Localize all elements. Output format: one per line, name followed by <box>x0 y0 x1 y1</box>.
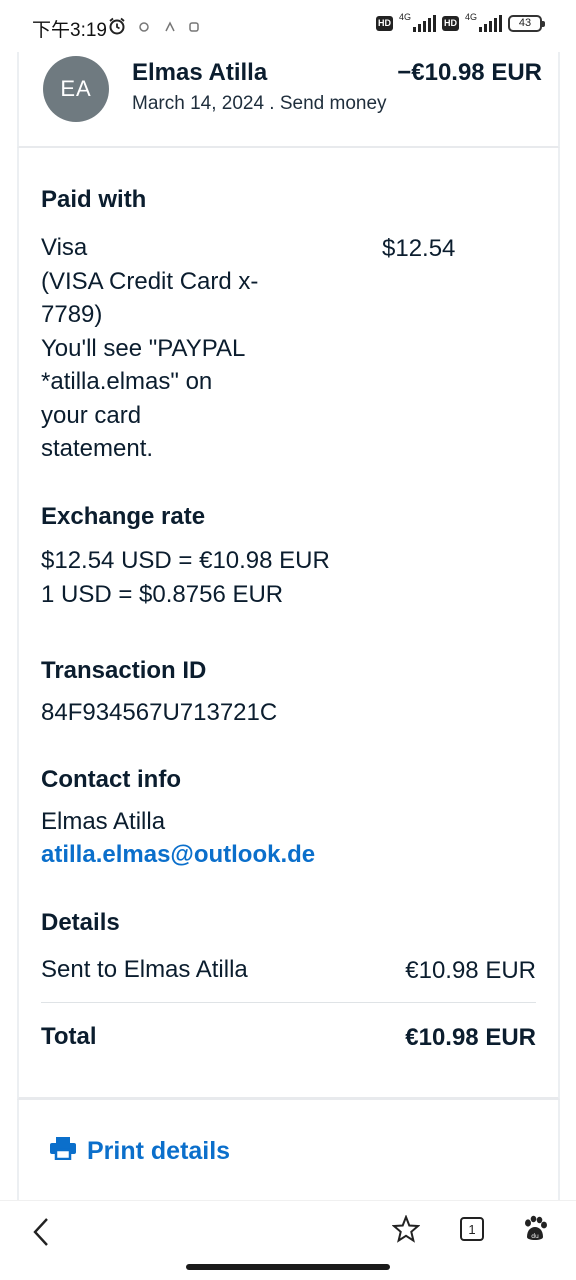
paid-with-line: You'll see "PAYPAL <box>41 334 246 362</box>
divider <box>41 1002 536 1003</box>
hd-badge: HD <box>375 15 393 31</box>
paid-with-line: (VISA Credit Card x- <box>41 267 259 295</box>
paid-with-method: Visa (VISA Credit Card x- 7789) You'll s… <box>41 231 258 466</box>
details-sent-amount: €10.98 EUR <box>405 957 536 984</box>
contact-email-link[interactable]: atilla.elmas@outlook.de <box>41 838 315 872</box>
signal-icon <box>412 14 436 32</box>
signal-icon <box>479 14 502 32</box>
bookmark-star-icon[interactable] <box>391 1214 421 1248</box>
paid-with-line: Visa <box>41 234 88 261</box>
print-details-button[interactable]: Print details <box>49 1136 230 1167</box>
exchange-rate-heading: Exchange rate <box>41 503 206 530</box>
recipient-name: Elmas Atilla <box>132 59 268 86</box>
total-amount: €10.98 EUR <box>405 1024 536 1051</box>
print-section: Print details <box>17 1100 560 1200</box>
svg-text:du: du <box>531 1233 539 1240</box>
transaction-details: Paid with Visa (VISA Credit Card x- 7789… <box>17 148 560 1100</box>
transaction-amount: −€10.98 EUR <box>397 59 542 86</box>
notification-icon <box>164 20 176 38</box>
paid-with-line: statement. <box>41 435 154 462</box>
baidu-paw-icon[interactable]: du <box>521 1215 549 1248</box>
contact-info-heading: Contact info <box>41 766 181 793</box>
tab-count: 1 <box>460 1217 484 1241</box>
notification-icon <box>138 20 150 38</box>
print-details-label: Print details <box>87 1137 231 1165</box>
contact-name: Elmas Atilla <box>41 808 166 835</box>
status-bar: 下午3:19 HD 4G HD 4G 43 <box>0 0 576 52</box>
details-sent-label: Sent to Elmas Atilla <box>41 956 248 983</box>
status-indicators: HD 4G HD 4G 43 <box>375 11 545 32</box>
transaction-id-heading: Transaction ID <box>41 657 207 684</box>
paid-with-line: your card <box>41 401 142 429</box>
battery-icon: 43 <box>508 14 545 32</box>
exchange-rate-values: $12.54 USD = €10.98 EUR 1 USD = $0.8756 … <box>41 544 330 611</box>
tabs-button[interactable]: 1 <box>460 1217 484 1241</box>
battery-level: 43 <box>518 17 532 29</box>
network-label: 4G <box>464 11 477 22</box>
notification-icon <box>188 20 200 38</box>
avatar: EA <box>43 56 109 122</box>
paid-with-line: 7789) <box>41 301 103 328</box>
paid-amount: $12.54 <box>382 235 456 262</box>
home-indicator[interactable] <box>186 1264 390 1270</box>
paid-with-line: *atilla.elmas" on <box>41 368 213 395</box>
transaction-header: EA Elmas Atilla March 14, 2024 . Send mo… <box>17 52 560 148</box>
transaction-date: March 14, 2024 . Send money <box>132 93 387 114</box>
total-label: Total <box>41 1023 97 1050</box>
details-heading: Details <box>41 909 120 936</box>
alarm-icon <box>108 17 126 40</box>
exchange-rate-line: 1 USD = $0.8756 EUR <box>41 580 284 608</box>
printer-icon <box>49 1136 77 1167</box>
network-label: 4G <box>398 11 411 22</box>
paid-with-heading: Paid with <box>41 186 147 213</box>
hd-badge: HD <box>441 15 459 31</box>
status-time: 下午3:19 <box>32 20 107 41</box>
back-icon[interactable] <box>32 1217 50 1252</box>
exchange-rate-line: $12.54 USD = €10.98 EUR <box>41 547 330 574</box>
transaction-id: 84F934567U713721C <box>41 699 278 726</box>
